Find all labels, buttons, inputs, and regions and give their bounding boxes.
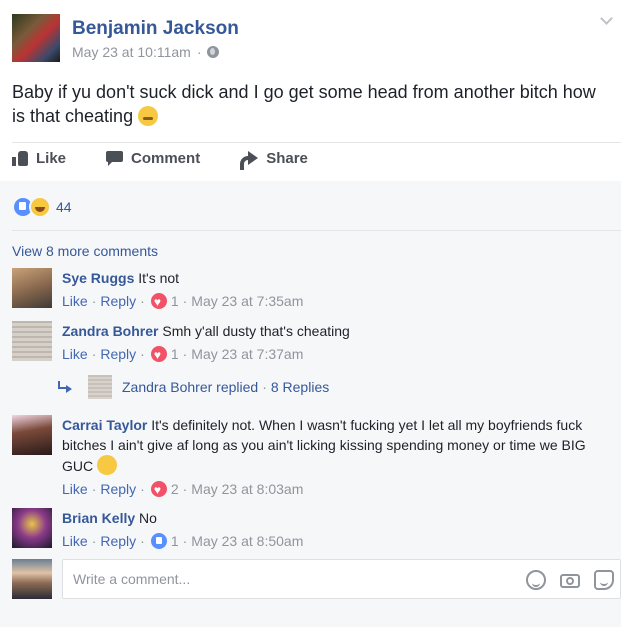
comment-tools: [526, 570, 614, 590]
smiling-emoji-icon: [97, 455, 118, 475]
commenter-avatar[interactable]: [12, 508, 52, 548]
write-comment-input[interactable]: [71, 570, 495, 588]
replies-author-text: Zandra Bohrer replied: [122, 379, 259, 395]
comment-text: Smh y'all dusty that's cheating: [162, 323, 350, 339]
view-more-comments-link[interactable]: View 8 more comments: [12, 243, 158, 259]
facebook-post: Benjamin Jackson May 23 at 10:11am · Bab…: [0, 0, 621, 627]
comment-like-link[interactable]: Like: [62, 291, 88, 311]
post-timestamp[interactable]: May 23 at 10:11am: [72, 44, 191, 60]
commenter-name[interactable]: Zandra Bohrer: [62, 323, 158, 339]
comment-reaction-count[interactable]: 1: [171, 344, 179, 364]
replier-avatar: [88, 375, 112, 399]
emoji-icon[interactable]: [526, 570, 546, 590]
reaction-count: 44: [56, 199, 72, 215]
comment-like-link[interactable]: Like: [62, 344, 88, 364]
haha-reaction-icon: [29, 196, 51, 218]
share-label: Share: [266, 150, 308, 167]
comment-like-link[interactable]: Like: [62, 531, 88, 551]
share-button[interactable]: Share: [240, 150, 308, 170]
replies-count: 8 Replies: [270, 379, 330, 395]
comment-reaction-count[interactable]: 1: [171, 531, 179, 551]
heart-reaction-icon: [150, 345, 167, 365]
author-avatar[interactable]: [12, 14, 60, 62]
reactions-summary[interactable]: 44: [12, 196, 72, 218]
comment-body: Carrai Taylor It's definitely not. When …: [62, 415, 610, 500]
comment-text: It's not: [138, 270, 180, 286]
comment-timestamp[interactable]: May 23 at 7:37am: [191, 344, 303, 364]
chevron-down-icon[interactable]: [599, 14, 613, 28]
comment-reaction-count[interactable]: 1: [171, 291, 179, 311]
commenter-avatar[interactable]: [12, 321, 52, 361]
comment-text: No: [139, 510, 157, 526]
current-user-avatar: [12, 559, 52, 599]
meta-separator: ·: [196, 44, 202, 60]
commenter-avatar[interactable]: [12, 415, 52, 455]
camera-icon[interactable]: [560, 570, 580, 590]
comment-meta: Like· Reply· 2· May 23 at 8:03am: [62, 479, 610, 500]
heart-reaction-icon: [150, 292, 167, 312]
globe-icon: [207, 46, 220, 58]
thinking-emoji-icon: [138, 106, 159, 126]
comment-timestamp[interactable]: May 23 at 8:03am: [191, 479, 303, 499]
comment-body: Sye Ruggs It's not Like· Reply· 1· May 2…: [62, 268, 610, 312]
like-reaction-icon: [150, 533, 167, 549]
comment-reply-link[interactable]: Reply: [100, 531, 136, 551]
comment-reply-link[interactable]: Reply: [100, 291, 136, 311]
divider: [12, 142, 621, 143]
share-icon: [240, 151, 259, 170]
comment-body: Zandra Bohrer Smh y'all dusty that's che…: [62, 321, 610, 365]
post-actions: Like Comment Share: [12, 150, 348, 170]
replies-separator: ·: [262, 379, 267, 395]
thumbs-up-icon: [12, 151, 28, 166]
commenter-name[interactable]: Brian Kelly: [62, 510, 135, 526]
comment-reply-link[interactable]: Reply: [100, 344, 136, 364]
reply-arrow-icon: [58, 381, 74, 393]
comment-timestamp[interactable]: May 23 at 7:35am: [191, 291, 303, 311]
comment-body: Brian Kelly No Like · Reply · 1 · May 23 at…: [62, 508, 610, 551]
comment-like-link[interactable]: Like: [62, 479, 88, 499]
post-text-content: Baby if yu don't suck dick and I go get …: [12, 82, 596, 126]
post-author-name[interactable]: Benjamin Jackson: [72, 18, 239, 40]
sticker-icon[interactable]: [594, 570, 614, 590]
post-meta: May 23 at 10:11am ·: [72, 44, 220, 60]
heart-reaction-icon: [150, 480, 167, 500]
commenter-name[interactable]: Carrai Taylor: [62, 417, 147, 433]
comment-button[interactable]: Comment: [106, 150, 200, 167]
comment-meta: Like· Reply· 1· May 23 at 7:35am: [62, 291, 610, 312]
like-button[interactable]: Like: [12, 150, 66, 167]
commenter-avatar[interactable]: [12, 268, 52, 308]
comment-label: Comment: [131, 150, 201, 167]
comment-meta: Like · Reply · 1 · May 23 at 8:50am: [62, 531, 304, 551]
post-text: Baby if yu don't suck dick and I go get …: [12, 80, 612, 128]
write-comment-box[interactable]: [62, 559, 621, 599]
divider: [12, 230, 621, 231]
comment-meta: Like· Reply· 1· May 23 at 7:37am: [62, 344, 610, 365]
comment-reply-link[interactable]: Reply: [100, 479, 136, 499]
commenter-name[interactable]: Sye Ruggs: [62, 270, 134, 286]
view-replies-link[interactable]: Zandra Bohrer replied · 8 Replies: [58, 375, 329, 399]
comment-reaction-count[interactable]: 2: [171, 479, 179, 499]
comment-timestamp[interactable]: May 23 at 8:50am: [191, 531, 303, 551]
comment-icon: [106, 151, 124, 166]
like-label: Like: [36, 150, 67, 167]
